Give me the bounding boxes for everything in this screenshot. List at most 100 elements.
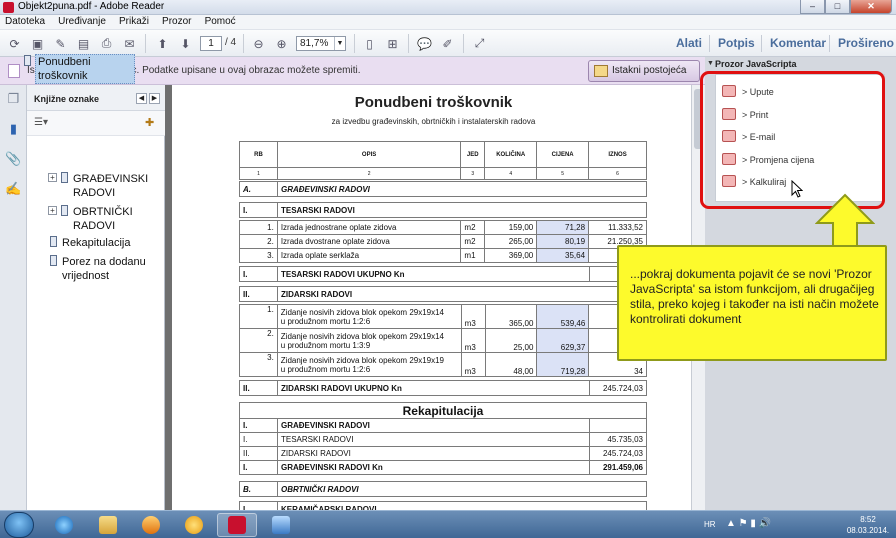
callout-box: ...pokraj dokumenta pojavit će se novi '… bbox=[617, 245, 887, 361]
zoom-select[interactable]: 81,7% ▼ bbox=[296, 36, 346, 51]
bookmarks-title: Knjižne oznake bbox=[34, 94, 100, 104]
bookmark-porez[interactable]: Porez na dodanu vrijednost bbox=[50, 255, 162, 283]
taskbar-network[interactable] bbox=[261, 513, 301, 537]
callout-arrow bbox=[815, 193, 875, 250]
section-tesarski: I. TESARSKI RADOVI bbox=[239, 202, 647, 218]
zoom-out-icon[interactable]: ⊖ bbox=[250, 35, 267, 52]
taskbar-ie[interactable] bbox=[44, 513, 84, 537]
collapse-panel-icon[interactable]: ◀ bbox=[136, 93, 147, 104]
bookmark-obrtnicki[interactable]: + OBRTNIČKI RADOVI bbox=[48, 205, 163, 233]
table-row: I. TESARSKI RADOVI 45.735,03 bbox=[239, 432, 647, 447]
next-page-icon[interactable]: ⬇ bbox=[177, 35, 194, 52]
bookmark-icon bbox=[50, 255, 57, 266]
bookmark-gradevinski[interactable]: + GRAĐEVINSKI RADOVI bbox=[48, 172, 163, 200]
tray-icons[interactable]: ▲ ⚑ ▮ 🔊 bbox=[726, 518, 771, 529]
tab-alati[interactable]: Alati bbox=[676, 36, 702, 50]
section-label: GRAĐEVINSKI RADOVI bbox=[277, 181, 647, 197]
bookmark-label: Rekapitulacija bbox=[62, 237, 131, 249]
print-icon[interactable]: ⎙ bbox=[98, 35, 115, 52]
section-zidarski: II. ZIDARSKI RADOVI bbox=[239, 286, 647, 302]
toolbar: ⟳ ▣ ✎ ▤ ⎙ ✉ ⬆ ⬇ 1 / 4 ⊖ ⊕ 81,7% ▼ ▯ ⊞ 💬 … bbox=[0, 30, 896, 57]
bookmark-rekapitulacija[interactable]: Rekapitulacija bbox=[50, 236, 162, 250]
price-field[interactable]: 719,28 bbox=[536, 352, 590, 377]
document-subtitle: za izvedbu građevinskih, obrtničkih i in… bbox=[331, 117, 536, 126]
page-number-input[interactable]: 1 bbox=[200, 36, 222, 51]
taskbar: HR ▲ ⚑ ▮ 🔊 8:52 08.03.2014. bbox=[0, 510, 896, 538]
menu-prozor[interactable]: Prozor bbox=[157, 15, 196, 28]
export-pdf-icon[interactable]: ▣ bbox=[29, 35, 46, 52]
clock-time[interactable]: 8:52 bbox=[844, 515, 892, 524]
bookmark-icon bbox=[24, 55, 31, 66]
menu-datoteka[interactable]: Datoteka bbox=[0, 15, 50, 28]
window-title: Objekt2puna.pdf - Adobe Reader bbox=[18, 1, 165, 12]
tesarski-sum: I.TESARSKI RADOVI UKUPNO Kn45 bbox=[239, 266, 647, 282]
table-row: 3. Zidanje nosivih zidova blok opekom 29… bbox=[239, 352, 647, 377]
javascript-panel-title: Prozor JavaScripta bbox=[715, 59, 797, 69]
menu-prikazi[interactable]: Prikaži bbox=[114, 15, 154, 28]
signatures-icon[interactable]: ✍ bbox=[5, 181, 22, 198]
section-rb: A. bbox=[239, 181, 278, 197]
recap-title: Rekapitulacija bbox=[239, 402, 647, 419]
fit-width-icon[interactable]: ⊞ bbox=[384, 35, 401, 52]
table-row: 3. Izrada oplate serklaža m1 369,00 35,6… bbox=[239, 248, 647, 263]
close-button[interactable]: ✕ bbox=[850, 0, 892, 14]
menu-bar: Datoteka Uređivanje Prikaži Prozor Pomoć bbox=[0, 15, 896, 30]
email-icon[interactable]: ✉ bbox=[121, 35, 138, 52]
attachments-icon[interactable]: 📎 bbox=[5, 151, 22, 168]
col-num: 3 bbox=[460, 167, 486, 180]
create-pdf-icon[interactable]: ⟳ bbox=[6, 35, 23, 52]
menu-pomoc[interactable]: Pomoć bbox=[200, 15, 241, 28]
minimize-button[interactable]: – bbox=[800, 0, 825, 14]
highlight-icon[interactable]: ✐ bbox=[439, 35, 456, 52]
prev-page-icon[interactable]: ⬆ bbox=[154, 35, 171, 52]
form-icon bbox=[8, 64, 20, 78]
price-field[interactable]: 71,28 bbox=[536, 220, 590, 235]
highlight-fields-button[interactable]: Istakni postojeća polja bbox=[588, 60, 700, 96]
tab-komentar[interactable]: Komentar bbox=[770, 36, 826, 50]
expand-icon[interactable]: + bbox=[48, 173, 57, 182]
fit-page-icon[interactable]: ▯ bbox=[361, 35, 378, 52]
new-bookmark-icon[interactable]: ✚ bbox=[145, 116, 154, 129]
system-tray: HR ▲ ⚑ ▮ 🔊 8:52 08.03.2014. bbox=[696, 511, 896, 538]
page-thumbnails-icon[interactable]: ❐ bbox=[5, 91, 22, 108]
taskbar-app[interactable] bbox=[174, 513, 214, 537]
clock-date[interactable]: 08.03.2014. bbox=[844, 526, 892, 535]
menu-uredivanje[interactable]: Uređivanje bbox=[53, 15, 111, 28]
taskbar-explorer[interactable] bbox=[88, 513, 128, 537]
col-opis: OPIS bbox=[276, 141, 462, 168]
zoom-in-icon[interactable]: ⊕ bbox=[273, 35, 290, 52]
expand-panel-icon[interactable]: ▶ bbox=[149, 93, 160, 104]
fullscreen-icon[interactable]: ⤢ bbox=[471, 35, 488, 52]
section-b: B. OBRTNIČKI RADOVI bbox=[239, 481, 647, 497]
page-total: / 4 bbox=[225, 37, 237, 48]
start-button[interactable] bbox=[4, 512, 34, 538]
options-icon[interactable]: ☰▾ bbox=[34, 117, 48, 128]
bookmark-icon bbox=[50, 236, 57, 247]
chevron-down-icon[interactable]: ▼ bbox=[334, 37, 345, 50]
col-iznos: IZNOS bbox=[588, 141, 647, 168]
save-icon[interactable]: ▤ bbox=[75, 35, 92, 52]
taskbar-media-player[interactable] bbox=[131, 513, 171, 537]
edit-icon[interactable]: ✎ bbox=[52, 35, 69, 52]
expand-icon[interactable]: + bbox=[48, 206, 57, 215]
bookmarks-icon[interactable]: ▮ bbox=[5, 121, 22, 138]
maximize-button[interactable]: □ bbox=[825, 0, 850, 14]
table-row: 2. Zidanje nosivih zidova blok opekom 29… bbox=[239, 328, 647, 353]
price-field[interactable]: 80,19 bbox=[536, 234, 590, 249]
tab-potpis[interactable]: Potpis bbox=[718, 36, 755, 50]
bookmark-icon bbox=[61, 172, 68, 183]
col-kolicina: KOLIČINA bbox=[484, 141, 538, 168]
price-field[interactable]: 629,37 bbox=[536, 328, 590, 353]
collapse-triangle-icon[interactable]: ▼ bbox=[707, 60, 714, 67]
tab-prosireno[interactable]: Proširenou bbox=[838, 36, 894, 50]
price-field[interactable]: 35,64 bbox=[536, 248, 590, 263]
col-num: 6 bbox=[588, 167, 647, 180]
language-indicator[interactable]: HR bbox=[704, 520, 716, 529]
col-num: 2 bbox=[276, 167, 462, 180]
taskbar-adobe-reader[interactable] bbox=[217, 513, 257, 537]
bookmark-ponudbeni[interactable]: Ponudbeni troškovnik bbox=[24, 54, 135, 84]
col-num: 1 bbox=[239, 167, 278, 180]
mouse-cursor-icon bbox=[791, 180, 803, 198]
price-field[interactable]: 539,46 bbox=[536, 304, 590, 329]
comment-icon[interactable]: 💬 bbox=[416, 35, 433, 52]
